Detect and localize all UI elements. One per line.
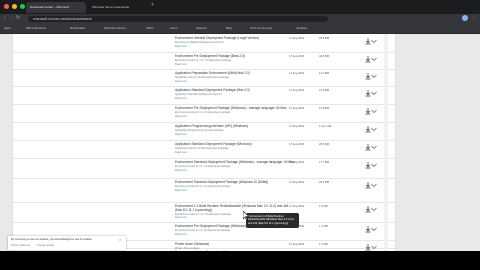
chevron-down-icon[interactable]: [370, 225, 378, 233]
url-field[interactable]: microsoft.com/en-us/download/search: [28, 16, 328, 22]
bookmark-item[interactable]: Apps: [4, 26, 11, 31]
read-more-link[interactable]: Read more: [175, 216, 187, 219]
minimize-window-button[interactable]: [12, 4, 17, 9]
page-scrollbar[interactable]: [384, 34, 388, 251]
bookmark-item[interactable]: Blog: [226, 26, 232, 31]
reload-icon[interactable]: ↻: [16, 15, 20, 21]
web-page: Environment Variable Deployment Package …: [0, 34, 480, 251]
close-icon[interactable]: ×: [119, 237, 121, 242]
bookmark-item[interactable]: Support: [196, 26, 207, 31]
forward-icon[interactable]: ›: [10, 15, 12, 21]
privacy-statement-link[interactable]: Privacy statement: [11, 244, 30, 247]
black-letterbox: [0, 251, 480, 270]
browser-tab[interactable]: Download Center – Microsoft: [26, 2, 86, 13]
read-more-link[interactable]: Read more: [175, 115, 187, 118]
chevron-down-icon[interactable]: [370, 181, 378, 189]
bookmark-item[interactable]: Tech Community: [250, 26, 272, 31]
download-row: Application Standard Deployment Package …: [13, 86, 395, 105]
release-date: 17 Aug 2022: [289, 125, 305, 128]
download-row: Environment Standard Deployment Package …: [13, 158, 395, 179]
release-date: 17 Aug 2022: [289, 181, 305, 184]
menu-icon[interactable]: ⋮: [471, 14, 476, 20]
download-row: Environment Pre Deployment Package (Beta…: [13, 52, 395, 70]
mouse-cursor-icon: [243, 211, 249, 220]
release-date: 17 Aug 2022: [289, 37, 305, 40]
address-bar: ‹ › ↻ microsoft.com/en-us/download/searc…: [0, 14, 480, 24]
chevron-down-icon[interactable]: [370, 205, 378, 213]
chevron-down-icon[interactable]: [370, 89, 378, 97]
release-date: 17 Aug 2022: [289, 89, 305, 92]
download-title[interactable]: Environment 1.0 Build Runtime Redistribu…: [175, 204, 295, 213]
file-size: 20.8 MB: [319, 37, 330, 40]
chevron-down-icon[interactable]: [370, 161, 378, 169]
file-size: 17.7 MB: [319, 161, 330, 164]
download-row: Application Standard Deployment Package …: [13, 140, 395, 159]
file-size: 35.6 MB: [319, 181, 330, 184]
release-date: 17 Aug 2022: [289, 243, 305, 246]
bookmarks-bar: Apps Microsoft Docs Downloads Windows Se…: [0, 24, 480, 34]
file-size: 1.1 MB: [319, 243, 328, 246]
read-more-link[interactable]: Read more: [175, 45, 187, 48]
bookmark-item[interactable]: Downloads: [70, 26, 85, 31]
download-row: Application Preparation Environment (64b…: [13, 69, 395, 87]
release-date: 17 Aug 2022: [289, 161, 305, 164]
read-more-link[interactable]: Read more: [175, 80, 187, 83]
cookie-banner: By continuing to use our website, you ac…: [8, 236, 126, 250]
read-more-link[interactable]: Read more: [175, 151, 187, 154]
bookmark-item[interactable]: Office: [146, 26, 154, 31]
bookmark-item[interactable]: Microsoft Docs: [26, 26, 46, 31]
release-date: 17 Aug 2022: [289, 205, 305, 208]
chevron-down-icon[interactable]: [370, 72, 378, 80]
read-more-link[interactable]: Read more: [175, 233, 187, 236]
tooltip: Environment 1.0 Build Runtime Redistribu…: [246, 213, 299, 228]
chevron-down-icon[interactable]: [370, 143, 378, 151]
change-settings-link[interactable]: Change settings: [37, 244, 54, 247]
profile-avatar[interactable]: [462, 15, 468, 21]
cookie-links: Privacy statement Change settings: [11, 244, 54, 247]
bookmark-item[interactable]: Azure: [170, 26, 178, 31]
file-size: 32.8 MB: [319, 55, 330, 58]
browser-tab-bar: Download Center – Microsoft Windows Serv…: [0, 0, 480, 14]
bookmark-item[interactable]: Windows Server: [104, 26, 126, 31]
release-date: 17 Aug 2022: [289, 55, 305, 58]
window-controls: [4, 4, 25, 9]
file-size: 14.0 MB: [319, 72, 330, 75]
chevron-down-icon[interactable]: [370, 55, 378, 63]
new-tab-icon[interactable]: +: [151, 2, 154, 8]
downloads-list: Environment Variable Deployment Package …: [12, 34, 396, 251]
read-more-link[interactable]: Read more: [175, 189, 187, 192]
release-date: 17 Aug 2022: [289, 143, 305, 146]
bookmark-item[interactable]: Updates: [296, 26, 307, 31]
read-more-link[interactable]: Read more: [175, 63, 187, 66]
download-row: Application Programming Interface (API) …: [13, 122, 395, 141]
download-row: Environment 1.0 Build Runtime Redistribu…: [13, 202, 395, 223]
download-row: Environment Variable Deployment Package …: [13, 34, 395, 53]
release-date: 17 Aug 2022: [289, 72, 305, 75]
download-row: Environment Pre Deployment Package (Wind…: [13, 104, 395, 123]
browser-tab[interactable]: Windows Server downloads: [88, 2, 148, 13]
cookie-message: By continuing to use our website, you ac…: [11, 238, 93, 241]
chevron-down-icon[interactable]: [370, 125, 378, 133]
chevron-down-icon[interactable]: [370, 37, 378, 45]
back-icon[interactable]: ‹: [4, 15, 6, 21]
file-size: 1.9 MB: [319, 205, 328, 208]
maximize-window-button[interactable]: [20, 4, 25, 9]
read-more-link[interactable]: Read more: [175, 133, 187, 136]
read-more-link[interactable]: Read more: [175, 169, 187, 172]
close-window-button[interactable]: [4, 4, 9, 9]
chevron-down-icon[interactable]: [370, 107, 378, 115]
file-size: 1.7 MB: [319, 225, 328, 228]
read-more-link[interactable]: Read more: [175, 97, 187, 100]
file-size: 1.01.1 GB: [319, 125, 332, 128]
file-size: 14.8 MB: [319, 107, 330, 110]
file-size: 20.5 MB: [319, 143, 330, 146]
release-date: 17 Aug 2022: [289, 107, 305, 110]
download-row: Environment Standard Deployment Package …: [13, 178, 395, 203]
file-size: 14.6 MB: [319, 89, 330, 92]
